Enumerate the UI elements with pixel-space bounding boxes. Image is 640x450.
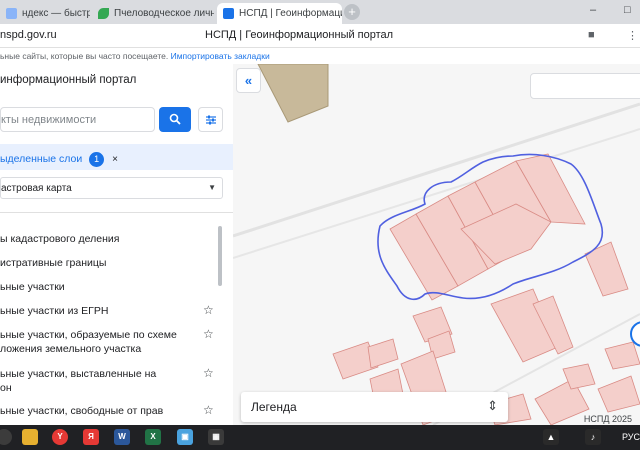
word-icon[interactable]: W	[114, 429, 130, 445]
new-tab-button[interactable]: +	[344, 4, 360, 20]
layer-item[interactable]: ьные участки	[0, 280, 190, 294]
map-copyright: НСПД 2025	[583, 414, 632, 424]
tab-nspd[interactable]: НСПД | Геоинформацио ✕	[217, 3, 342, 24]
network-icon[interactable]: ▲	[543, 429, 559, 445]
clear-layers-icon[interactable]: ×	[112, 154, 118, 165]
tab-beekeeping[interactable]: Пчеловодческое личное	[92, 3, 214, 24]
basemap-value: астровая карта	[1, 183, 72, 194]
search-input[interactable]: кты недвижимости	[0, 107, 155, 132]
bookmarks-infobar: ьные сайты, которые вы часто посещаете. …	[0, 48, 640, 64]
favorite-star-icon[interactable]: ☆	[203, 327, 214, 341]
tab-yandex-search[interactable]: ндекс — быстрый поиск	[0, 3, 90, 24]
favorite-star-icon[interactable]: ☆	[203, 303, 214, 317]
address-bar: nspd.gov.ru НСПД | Геоинформационный пор…	[0, 24, 640, 48]
filter-button[interactable]	[198, 107, 223, 132]
yandex-icon[interactable]: Я	[83, 429, 99, 445]
yandex-tab-icon	[6, 8, 17, 19]
calculator-icon[interactable]: ▦	[208, 429, 224, 445]
favorite-star-icon[interactable]: ☆	[203, 366, 214, 380]
territory-area	[257, 64, 329, 123]
portal-brand: информационный портал	[0, 74, 137, 86]
excel-icon[interactable]: X	[145, 429, 161, 445]
file-explorer-icon[interactable]	[22, 429, 38, 445]
start-button[interactable]	[0, 429, 12, 445]
sidebar-scrollbar[interactable]	[218, 226, 222, 286]
layer-item[interactable]: ы кадастрового деления	[0, 232, 190, 246]
basemap-select[interactable]: астровая карта ▼	[0, 177, 223, 199]
browser-tab-bar: ндекс — быстрый поиск Пчеловодческое лич…	[0, 0, 640, 24]
legend-panel[interactable]: Легенда ⇕	[241, 392, 508, 422]
layer-item[interactable]: ьные участки из ЕГРН	[0, 304, 190, 318]
browser-menu-icon[interactable]: ⋮	[627, 29, 638, 42]
bookmark-icon[interactable]: ■	[588, 29, 595, 41]
collapse-sidebar-button[interactable]: «	[236, 68, 261, 93]
sliders-icon	[205, 115, 216, 125]
map-search-field[interactable]	[530, 73, 640, 99]
layer-item[interactable]: истративные границы	[0, 256, 190, 270]
map-canvas[interactable]: « Легенда ⇕ НСПД 2025	[233, 64, 640, 425]
search-button[interactable]	[159, 107, 191, 132]
layer-item[interactable]: ьные участки, свободные от прав	[0, 404, 190, 418]
url-field[interactable]: nspd.gov.ru	[0, 29, 57, 41]
photos-icon[interactable]: ▣	[177, 429, 193, 445]
layer-item[interactable]: ьные участки, образуемые по схеме ложени…	[0, 328, 190, 356]
taskbar: Y Я W X ▣ ▦ ▲ ♪ РУС	[0, 425, 640, 450]
maximize-button[interactable]: □	[624, 4, 631, 16]
yandex-browser-icon[interactable]: Y	[52, 429, 68, 445]
volume-icon[interactable]: ♪	[585, 429, 601, 445]
tab-label: НСПД | Геоинформацио	[239, 8, 342, 19]
import-bookmarks-link[interactable]: Импортировать закладки	[171, 51, 270, 61]
tab-label: ндекс — быстрый поиск	[22, 8, 90, 19]
page-title: НСПД | Геоинформационный портал	[205, 29, 394, 41]
favorite-star-icon[interactable]: ☆	[203, 403, 214, 417]
selected-layers-bar[interactable]: ыделенные слои 1 ×	[0, 144, 233, 170]
language-indicator[interactable]: РУС	[622, 432, 640, 442]
tab-label: Пчеловодческое личное	[114, 8, 214, 19]
plant-tab-icon	[98, 8, 109, 19]
divider	[0, 212, 233, 213]
sidebar: информационный портал кты недвижимости ы…	[0, 64, 233, 425]
legend-title: Легенда	[251, 400, 297, 414]
map-drawing	[233, 64, 640, 425]
infobar-text: ьные сайты, которые вы часто посещаете.	[0, 51, 169, 61]
layer-item[interactable]: ьные участки, выставленные на он	[0, 367, 170, 395]
nspd-tab-icon	[223, 8, 234, 19]
minimize-button[interactable]: –	[590, 4, 596, 16]
legend-toggle-icon[interactable]: ⇕	[487, 398, 498, 414]
selected-layers-label: ыделенные слои	[0, 153, 83, 165]
layers-count-badge: 1	[89, 152, 105, 167]
chevron-down-icon: ▼	[208, 183, 216, 192]
parcel-group	[332, 153, 640, 425]
search-icon	[169, 113, 181, 125]
